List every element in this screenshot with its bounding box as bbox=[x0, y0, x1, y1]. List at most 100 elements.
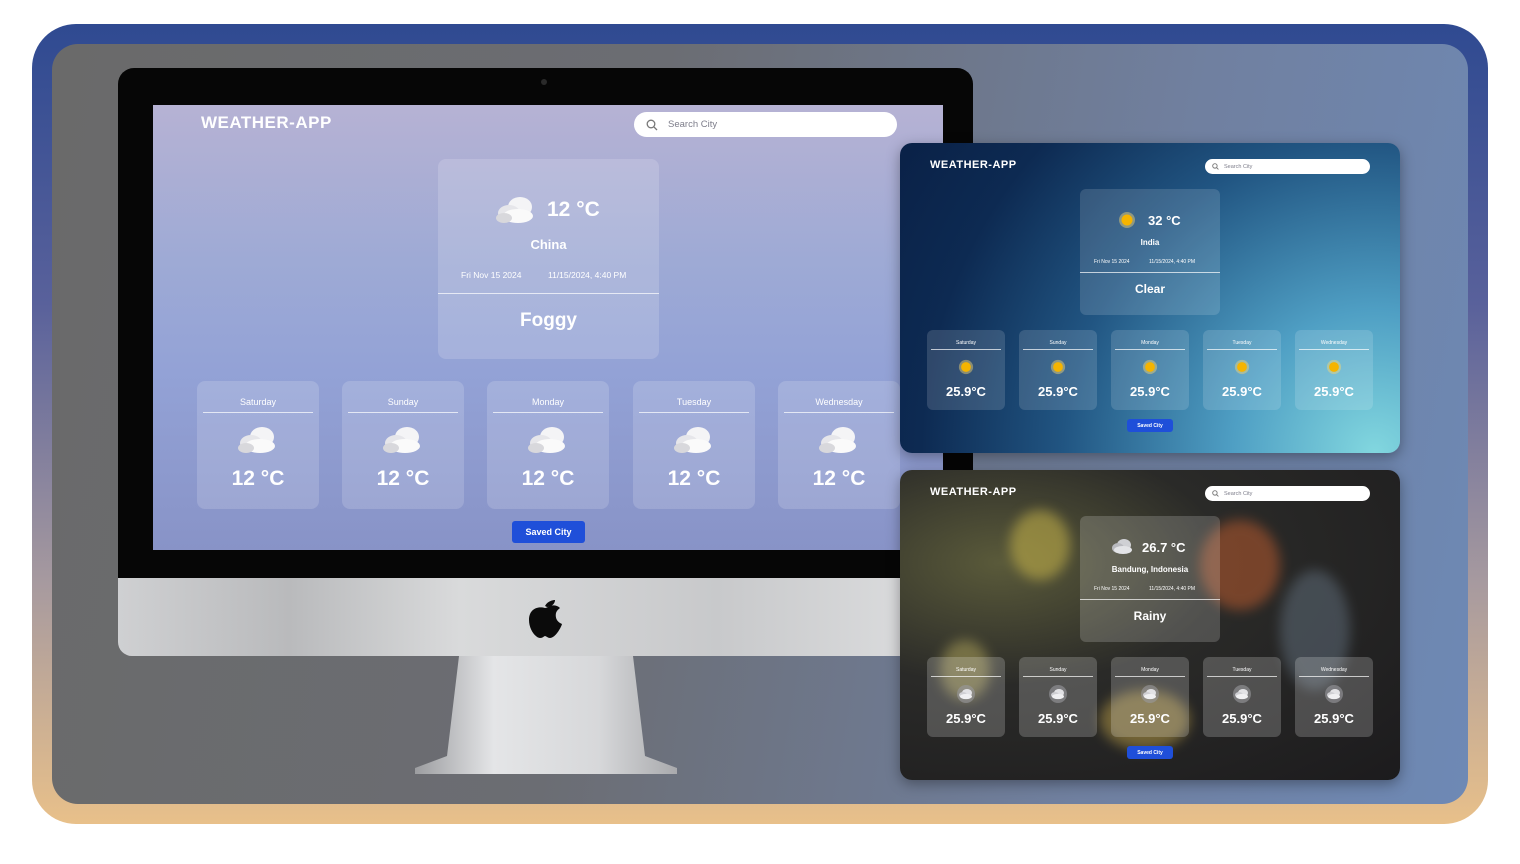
cloud-icon bbox=[528, 427, 565, 453]
forecast-divider bbox=[1115, 676, 1185, 677]
forecast-divider bbox=[1023, 349, 1093, 350]
clear-weather-screenshot: WEATHER-APP Search City 32 °C India Fri … bbox=[900, 143, 1400, 453]
imac-stand bbox=[415, 656, 677, 774]
forecast-temp: 12 °C bbox=[667, 467, 721, 490]
rain-cloud-icon bbox=[1049, 685, 1067, 703]
forecast-divider bbox=[1023, 676, 1093, 677]
sun-icon bbox=[1050, 359, 1066, 375]
search-input[interactable]: Search City bbox=[634, 112, 897, 137]
app-title: WEATHER-APP bbox=[930, 159, 1017, 171]
forecast-divider bbox=[784, 412, 894, 413]
rainy-weather-screenshot: WEATHER-APP Search City 26.7 °C Bandung,… bbox=[900, 470, 1400, 780]
forecast-divider bbox=[493, 412, 603, 413]
search-icon bbox=[646, 119, 658, 130]
search-placeholder: Search City bbox=[1224, 490, 1253, 497]
forecast-day: Wednesday bbox=[1320, 667, 1348, 673]
imac-camera bbox=[541, 79, 547, 85]
saved-city-button[interactable]: Saved City bbox=[1127, 746, 1173, 759]
forecast-divider bbox=[1299, 676, 1369, 677]
forecast-temp: 25.9°C bbox=[946, 711, 986, 726]
forecast-divider bbox=[1207, 349, 1277, 350]
forecast-temp: 25.9°C bbox=[1314, 711, 1354, 726]
saved-city-button[interactable]: Saved City bbox=[512, 521, 585, 543]
forecast-divider bbox=[1207, 676, 1277, 677]
cloud-icon bbox=[238, 427, 275, 453]
search-placeholder: Search City bbox=[668, 119, 718, 130]
forecast-day: Saturday bbox=[239, 397, 277, 407]
forecast-card: Saturday 25.9°C bbox=[927, 330, 1005, 410]
search-input[interactable]: Search City bbox=[1205, 159, 1370, 174]
forecast-temp: 25.9°C bbox=[1130, 384, 1170, 399]
forecast-card: Tuesday 25.9°C bbox=[1203, 657, 1281, 737]
rain-cloud-icon bbox=[1141, 685, 1159, 703]
current-location: Bandung, Indonesia bbox=[1111, 565, 1189, 574]
current-location: India bbox=[1140, 238, 1160, 247]
current-date: Fri Nov 15 2024 bbox=[1094, 586, 1130, 592]
forecast-card: Wednesday 25.9°C bbox=[1295, 657, 1373, 737]
forecast-day: Tuesday bbox=[1232, 667, 1252, 673]
forecast-day: Monday bbox=[1141, 667, 1159, 673]
app-title: WEATHER-APP bbox=[201, 113, 332, 132]
forecast-day: Saturday bbox=[955, 667, 976, 673]
forecast-card: Wednesday 25.9°C bbox=[1295, 330, 1373, 410]
search-placeholder: Search City bbox=[1224, 163, 1253, 170]
forecast-card: Monday 25.9°C bbox=[1111, 330, 1189, 410]
background-light bbox=[1010, 510, 1070, 580]
rain-cloud-icon bbox=[1233, 685, 1251, 703]
forecast-card: Sunday 12 °C bbox=[342, 381, 464, 509]
forecast-card: Monday 12 °C bbox=[487, 381, 609, 509]
apple-logo-icon bbox=[529, 600, 562, 638]
forecast-day: Wednesday bbox=[815, 397, 863, 407]
card-divider bbox=[1080, 599, 1220, 600]
rain-cloud-icon bbox=[957, 685, 975, 703]
forecast-card: Sunday 25.9°C bbox=[1019, 657, 1097, 737]
app-title: WEATHER-APP bbox=[930, 486, 1017, 498]
sun-icon bbox=[1119, 212, 1135, 228]
search-input[interactable]: Search City bbox=[1205, 486, 1370, 501]
forecast-day: Sunday bbox=[1049, 340, 1067, 346]
card-divider bbox=[438, 293, 659, 294]
current-weather-card: 12 °C China Fri Nov 15 2024 11/15/2024, … bbox=[438, 159, 659, 359]
sun-icon bbox=[1234, 359, 1250, 375]
cloud-icon bbox=[674, 427, 711, 453]
current-datetime: 11/15/2024, 4:40 PM bbox=[1149, 259, 1196, 265]
forecast-day: Sunday bbox=[1049, 667, 1067, 673]
sun-icon bbox=[1326, 359, 1342, 375]
forecast-temp: 25.9°C bbox=[946, 384, 986, 399]
forecast-temp: 25.9°C bbox=[1222, 384, 1262, 399]
current-condition: Clear bbox=[1134, 282, 1166, 296]
forecast-divider bbox=[639, 412, 749, 413]
forecast-card: Sunday 25.9°C bbox=[1019, 330, 1097, 410]
forecast-day: Wednesday bbox=[1320, 340, 1348, 346]
forecast-temp: 12 °C bbox=[812, 467, 866, 490]
forecast-divider bbox=[1299, 349, 1369, 350]
forecast-temp: 25.9°C bbox=[1038, 384, 1078, 399]
forecast-divider bbox=[348, 412, 458, 413]
desktop-weather-app: WEATHER-APP Search City 12 °C China Fri … bbox=[153, 105, 943, 550]
forecast-day: Sunday bbox=[387, 397, 419, 407]
forecast-card: Monday 25.9°C bbox=[1111, 657, 1189, 737]
current-datetime: 11/15/2024, 4:40 PM bbox=[1149, 586, 1196, 592]
rain-cloud-icon bbox=[1112, 539, 1132, 554]
card-divider bbox=[1080, 272, 1220, 273]
current-temperature: 32 °C bbox=[1148, 213, 1181, 228]
sun-icon bbox=[958, 359, 974, 375]
forecast-card: Wednesday 12 °C bbox=[778, 381, 900, 509]
search-icon bbox=[1212, 490, 1219, 497]
cloud-icon bbox=[496, 197, 533, 223]
saved-city-button[interactable]: Saved City bbox=[1127, 419, 1173, 432]
forecast-temp: 12 °C bbox=[376, 467, 430, 490]
forecast-temp: 25.9°C bbox=[1314, 384, 1354, 399]
forecast-temp: 12 °C bbox=[231, 467, 285, 490]
current-date: Fri Nov 15 2024 bbox=[461, 270, 522, 280]
rain-cloud-icon bbox=[1325, 685, 1343, 703]
current-temperature: 26.7 °C bbox=[1142, 540, 1186, 555]
forecast-day: Tuesday bbox=[1232, 340, 1252, 346]
forecast-divider bbox=[1115, 349, 1185, 350]
current-date: Fri Nov 15 2024 bbox=[1094, 259, 1130, 265]
forecast-temp: 12 °C bbox=[521, 467, 575, 490]
forecast-card: Tuesday 25.9°C bbox=[1203, 330, 1281, 410]
forecast-day: Monday bbox=[1141, 340, 1159, 346]
forecast-day: Monday bbox=[531, 397, 565, 407]
current-temperature: 12 °C bbox=[547, 198, 600, 221]
